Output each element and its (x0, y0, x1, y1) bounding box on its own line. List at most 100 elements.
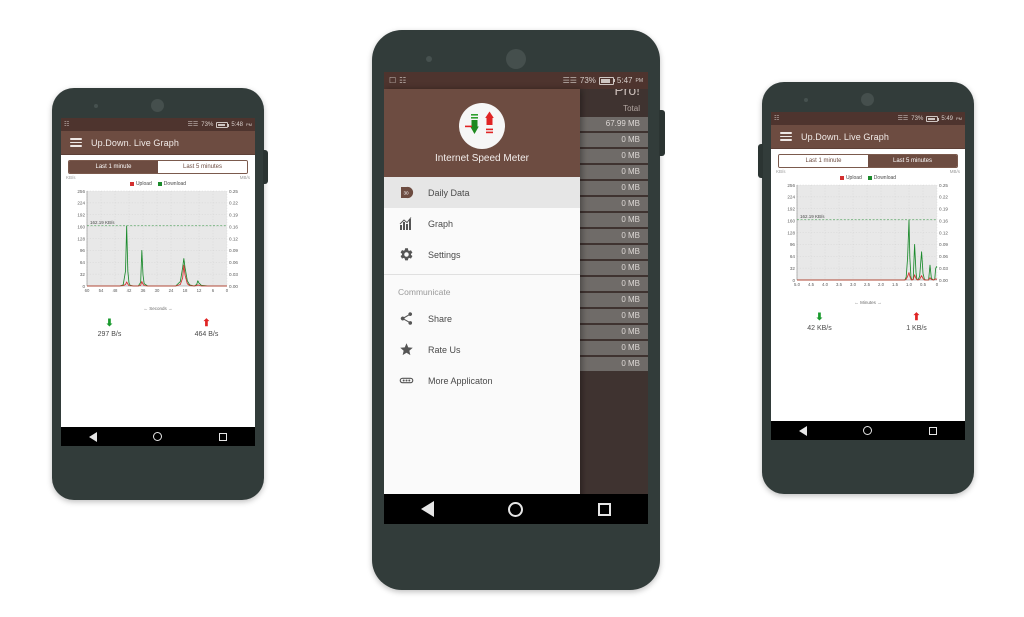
battery-percent: 73% (201, 121, 214, 128)
svg-text:42: 42 (127, 288, 132, 293)
home-circle-icon[interactable] (508, 501, 524, 517)
live-graph-right[interactable]: 0 0.00 32 0.03 64 0.06 96 0.09 128 0.12 160 0.16 192… (775, 182, 961, 300)
svg-text:0.25: 0.25 (229, 189, 238, 194)
page-title: Up.Down. Live Graph (801, 131, 889, 142)
drawer-item-rate-us[interactable]: Rate Us (384, 334, 580, 365)
svg-text:0.03: 0.03 (939, 266, 948, 271)
live-graph-left[interactable]: 0 0.00 32 0.03 64 0.06 96 0.09 128 0.12 160 0.16 192… (65, 188, 251, 306)
svg-text:4.5: 4.5 (808, 282, 815, 287)
totals-row: ⬇ 42 KB/s ⬆ 1 KB/s (771, 313, 965, 333)
drawer-item-label: Rate Us (428, 344, 461, 355)
legend-upload-swatch (129, 182, 134, 186)
svg-text:48: 48 (113, 288, 118, 293)
svg-text:96: 96 (790, 242, 796, 247)
svg-text:0.12: 0.12 (939, 230, 948, 235)
phone-power-button[interactable] (758, 144, 763, 178)
x-axis-caption: ← Minutes → (854, 300, 882, 305)
svg-text:128: 128 (77, 236, 85, 241)
svg-text:256: 256 (77, 189, 85, 194)
recents-square-icon[interactable] (597, 502, 611, 516)
legend-upload-label: Upload (135, 181, 152, 187)
drawer-item-more-application[interactable]: More Applicaton (384, 365, 580, 396)
download-arrow-icon: ⬇ (105, 318, 114, 329)
svg-text:0.22: 0.22 (229, 201, 238, 206)
back-triangle-icon[interactable] (799, 425, 808, 436)
download-total: ⬇ 297 B/s (61, 318, 158, 339)
svg-text:32: 32 (80, 272, 86, 277)
svg-text:24: 24 (169, 288, 174, 293)
svg-text:0.00: 0.00 (229, 284, 238, 289)
peak-annotation: 162.19 KB/s (800, 213, 825, 219)
front-camera (94, 104, 98, 108)
upload-total: ⬆ 1 KB/s (868, 313, 965, 333)
legend-upload: Upload (129, 181, 152, 187)
svg-text:0.16: 0.16 (939, 218, 948, 223)
svg-text:5.0: 5.0 (794, 282, 801, 287)
recents-square-icon[interactable] (218, 432, 227, 441)
upload-total: ⬆ 464 B/s (158, 319, 255, 339)
drawer-item-settings[interactable]: Settings (384, 239, 580, 270)
svg-text:18: 18 (183, 288, 188, 293)
android-nav-bar (384, 494, 648, 524)
phone-power-button[interactable] (263, 150, 268, 184)
drawer-item-label: Settings (428, 249, 461, 260)
legend-download-swatch (867, 176, 872, 180)
axis-unit-labels: KB/s MB/s (61, 174, 255, 180)
navigation-drawer: Internet Speed Meter 30 Daily Data Graph… (384, 89, 580, 524)
svg-text:4.0: 4.0 (822, 282, 829, 287)
svg-text:256: 256 (787, 183, 795, 188)
drawer-item-share[interactable]: Share (384, 303, 580, 334)
drawer-item-graph[interactable]: Graph (384, 208, 580, 239)
recents-square-icon[interactable] (928, 426, 937, 435)
hamburger-icon[interactable] (780, 132, 792, 141)
status-bar: ☷ ☰☰ 73% 5:49 PM (771, 112, 965, 125)
gear-icon (398, 247, 414, 263)
legend-download-label: Download (873, 175, 897, 181)
svg-text:192: 192 (77, 213, 85, 218)
back-triangle-icon[interactable] (89, 431, 98, 442)
bar-chart-icon (398, 216, 414, 232)
notification-icon: ☷ (774, 115, 780, 122)
android-nav-bar (771, 421, 965, 440)
front-camera (426, 56, 432, 62)
legend-upload-swatch (839, 176, 844, 180)
tab-last-5-minutes[interactable]: Last 5 minutes (868, 155, 957, 167)
notification-icon: ☷ (64, 121, 70, 128)
drawer-item-daily-data[interactable]: 30 Daily Data (384, 177, 580, 208)
svg-text:2.0: 2.0 (878, 282, 885, 287)
home-circle-icon[interactable] (863, 426, 873, 435)
drawer-item-label: Graph (428, 218, 454, 229)
screen-right: ☷ ☰☰ 73% 5:49 PM Up.Down. Live Graph Las… (771, 112, 965, 440)
app-logo-icon (459, 102, 505, 149)
y-axis-unit-left: KB/s (66, 175, 76, 180)
tab-last-5-minutes[interactable]: Last 5 minutes (158, 161, 247, 173)
svg-text:0.22: 0.22 (939, 195, 948, 200)
svg-text:0.06: 0.06 (229, 260, 238, 265)
y-axis-unit-right: MB/s (239, 175, 250, 180)
svg-text:160: 160 (77, 224, 85, 229)
back-triangle-icon[interactable] (421, 501, 435, 517)
svg-text:0.00: 0.00 (939, 278, 948, 283)
phone-right: ☷ ☰☰ 73% 5:49 PM Up.Down. Live Graph Las… (758, 82, 974, 494)
home-circle-icon[interactable] (153, 432, 163, 441)
svg-text:0.03: 0.03 (229, 272, 238, 277)
hamburger-icon[interactable] (70, 138, 82, 147)
chart-svg: 0 0.0032 0.0364 0.0696 0.09128 0.12160 0.16192… (77, 189, 238, 293)
tab-last-1-minute[interactable]: Last 1 minute (69, 161, 158, 173)
app-toolbar: Up.Down. Live Graph (61, 131, 255, 155)
legend-upload-label: Upload (845, 175, 862, 181)
x-axis-caption: ← Seconds → (143, 306, 173, 311)
svg-text:2.5: 2.5 (864, 282, 871, 287)
phone-power-button[interactable] (659, 110, 665, 156)
tab-last-1-minute[interactable]: Last 1 minute (779, 155, 868, 167)
page-title: Up.Down. Live Graph (91, 137, 179, 148)
svg-text:0.09: 0.09 (229, 248, 238, 253)
status-bar: ☐ ☷ ☰☰ 73% 5:47 PM (384, 72, 648, 89)
android-nav-bar (61, 427, 255, 446)
legend-upload: Upload (839, 175, 862, 181)
status-ampm: PM (635, 77, 644, 84)
drawer-menu: 30 Daily Data Graph Settings Communicate… (384, 177, 580, 524)
svg-text:1.5: 1.5 (892, 282, 899, 287)
phone-left: ☷ ☰☰ 73% 5:48 PM Up.Down. Live Graph Las… (52, 88, 268, 500)
svg-text:3.5: 3.5 (836, 282, 843, 287)
